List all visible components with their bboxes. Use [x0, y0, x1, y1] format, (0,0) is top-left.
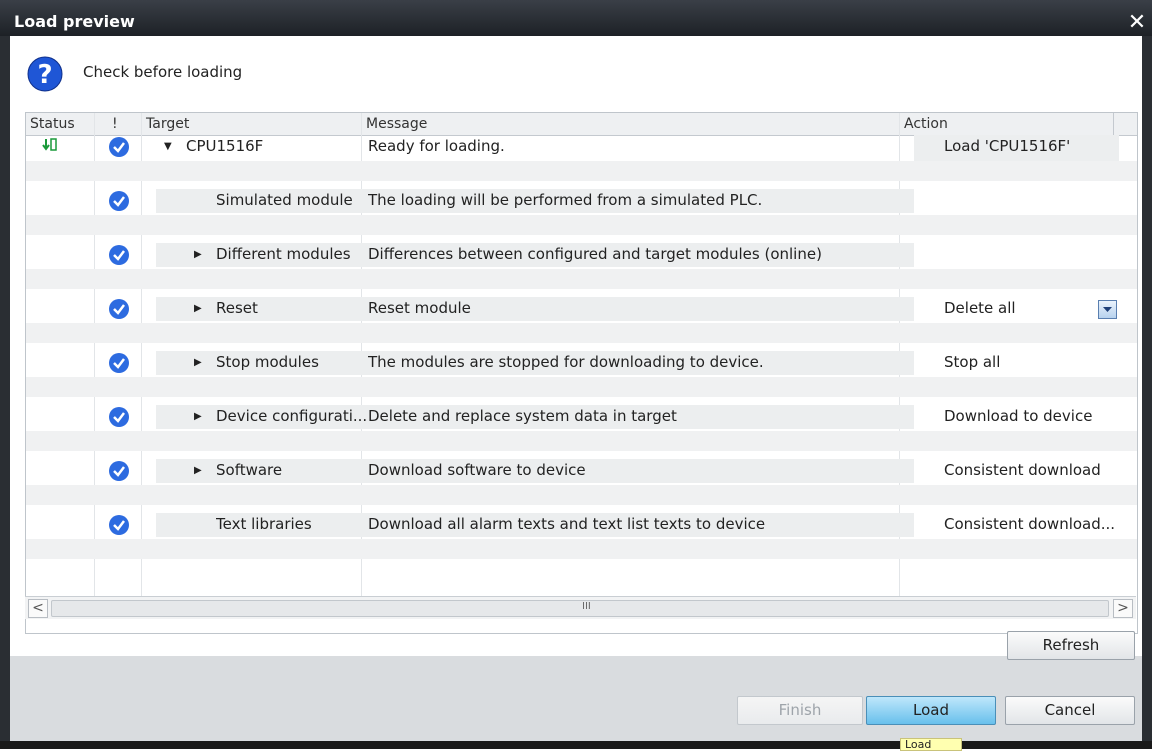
- table-row[interactable]: ▶ Reset Reset module Delete all: [26, 297, 1137, 351]
- action-cell[interactable]: Stop all: [914, 351, 1119, 377]
- header-target[interactable]: Target: [146, 116, 189, 132]
- expand-arrow-icon[interactable]: ▶: [194, 465, 202, 476]
- header-divider[interactable]: [1113, 113, 1114, 135]
- cancel-button[interactable]: Cancel: [1005, 696, 1135, 725]
- check-icon: [109, 461, 129, 481]
- window-frame-right: [1142, 36, 1152, 741]
- row-action: Stop all: [944, 353, 1001, 371]
- row-action: Delete all: [944, 299, 1016, 317]
- finish-button[interactable]: Finish: [737, 696, 863, 725]
- row-spacer: [26, 539, 1137, 559]
- row-spacer: [26, 323, 1137, 343]
- expand-arrow-icon[interactable]: ▼: [164, 141, 172, 152]
- row-target: Device configurati...: [216, 407, 368, 425]
- chevron-down-icon[interactable]: [1098, 300, 1117, 319]
- table-header: Status ! Target Message Action: [26, 113, 1137, 136]
- check-icon: [109, 407, 129, 427]
- download-status-icon: [42, 138, 57, 151]
- row-message: Download software to device: [368, 461, 586, 479]
- table-row[interactable]: Simulated module The loading will be per…: [26, 189, 1137, 243]
- title-bar: Load preview ✕: [0, 0, 1152, 36]
- row-message: Ready for loading.: [368, 137, 505, 155]
- load-preview-table: Status ! Target Message Action ▼ CPU1516…: [25, 112, 1138, 634]
- window-frame-left: [0, 36, 10, 741]
- row-message: The loading will be performed from a sim…: [368, 191, 763, 209]
- header-flag[interactable]: !: [112, 116, 118, 132]
- question-icon: ?: [27, 56, 63, 92]
- refresh-button[interactable]: Refresh: [1007, 631, 1135, 660]
- row-message: The modules are stopped for downloading …: [368, 353, 764, 371]
- expand-arrow-icon[interactable]: ▶: [194, 411, 202, 422]
- target-cell: [156, 297, 376, 321]
- load-tooltip: Load: [900, 738, 962, 751]
- row-action: Consistent download: [944, 461, 1101, 479]
- horizontal-scrollbar[interactable]: < III >: [25, 596, 1136, 619]
- row-target: CPU1516F: [186, 137, 264, 155]
- table-row[interactable]: Text libraries Download all alarm texts …: [26, 513, 1137, 567]
- row-action: Load 'CPU1516F': [944, 137, 1071, 155]
- row-spacer: [26, 215, 1137, 235]
- row-action: Download to device: [944, 407, 1093, 425]
- dialog-content: ? Check before loading Status ! Target M…: [10, 36, 1142, 660]
- scrollbar-grip: III: [582, 601, 591, 612]
- table-row[interactable]: ▶ Stop modules The modules are stopped f…: [26, 351, 1137, 405]
- row-spacer: [26, 161, 1137, 181]
- check-icon: [109, 191, 129, 211]
- table-row[interactable]: ▶ Different modules Differences between …: [26, 243, 1137, 297]
- action-cell[interactable]: Download to device: [914, 405, 1119, 431]
- table-row[interactable]: ▼ CPU1516F Ready for loading. Load 'CPU1…: [26, 135, 1137, 189]
- load-preview-dialog: ? Check before loading Status ! Target M…: [10, 36, 1142, 741]
- header-message[interactable]: Message: [366, 116, 427, 132]
- check-icon: [109, 353, 129, 373]
- expand-arrow-icon[interactable]: ▶: [194, 249, 202, 260]
- table-row[interactable]: ▶ Device configurati... Delete and repla…: [26, 405, 1137, 459]
- row-target: Software: [216, 461, 283, 479]
- check-icon: [109, 299, 129, 319]
- row-target: Different modules: [216, 245, 351, 263]
- action-cell[interactable]: Consistent download: [914, 459, 1119, 485]
- row-target: Reset: [216, 299, 258, 317]
- row-message: Download all alarm texts and text list t…: [368, 515, 766, 533]
- row-message: Delete and replace system data in target: [368, 407, 677, 425]
- row-spacer: [26, 377, 1137, 397]
- check-icon: [109, 245, 129, 265]
- row-spacer: [26, 485, 1137, 505]
- window-title: Load preview: [14, 12, 135, 31]
- action-cell[interactable]: Consistent download...: [914, 513, 1119, 539]
- row-target: Text libraries: [216, 515, 312, 533]
- scroll-right-button[interactable]: >: [1113, 599, 1133, 618]
- svg-text:?: ?: [37, 60, 52, 90]
- expand-arrow-icon[interactable]: ▶: [194, 303, 202, 314]
- scroll-left-button[interactable]: <: [28, 599, 48, 618]
- row-target: Simulated module: [216, 191, 353, 209]
- header-status[interactable]: Status: [30, 116, 75, 132]
- action-dropdown[interactable]: Delete all: [914, 297, 1119, 323]
- row-message: Reset module: [368, 299, 471, 317]
- check-before-loading-label: Check before loading: [83, 63, 243, 81]
- row-spacer: [26, 269, 1137, 289]
- row-message: Differences between configured and targe…: [368, 245, 822, 263]
- expand-arrow-icon[interactable]: ▶: [194, 357, 202, 368]
- row-action: Consistent download...: [944, 515, 1116, 533]
- close-icon[interactable]: ✕: [1122, 10, 1152, 36]
- check-icon: [109, 137, 129, 157]
- row-spacer: [26, 431, 1137, 451]
- bottom-edge: [0, 741, 1152, 749]
- load-button[interactable]: Load: [866, 696, 996, 725]
- check-icon: [109, 515, 129, 535]
- header-action[interactable]: Action: [904, 116, 948, 132]
- row-target: Stop modules: [216, 353, 319, 371]
- action-cell[interactable]: Load 'CPU1516F': [914, 135, 1119, 161]
- scrollbar-thumb[interactable]: III: [51, 600, 1109, 617]
- table-row[interactable]: ▶ Software Download software to device C…: [26, 459, 1137, 513]
